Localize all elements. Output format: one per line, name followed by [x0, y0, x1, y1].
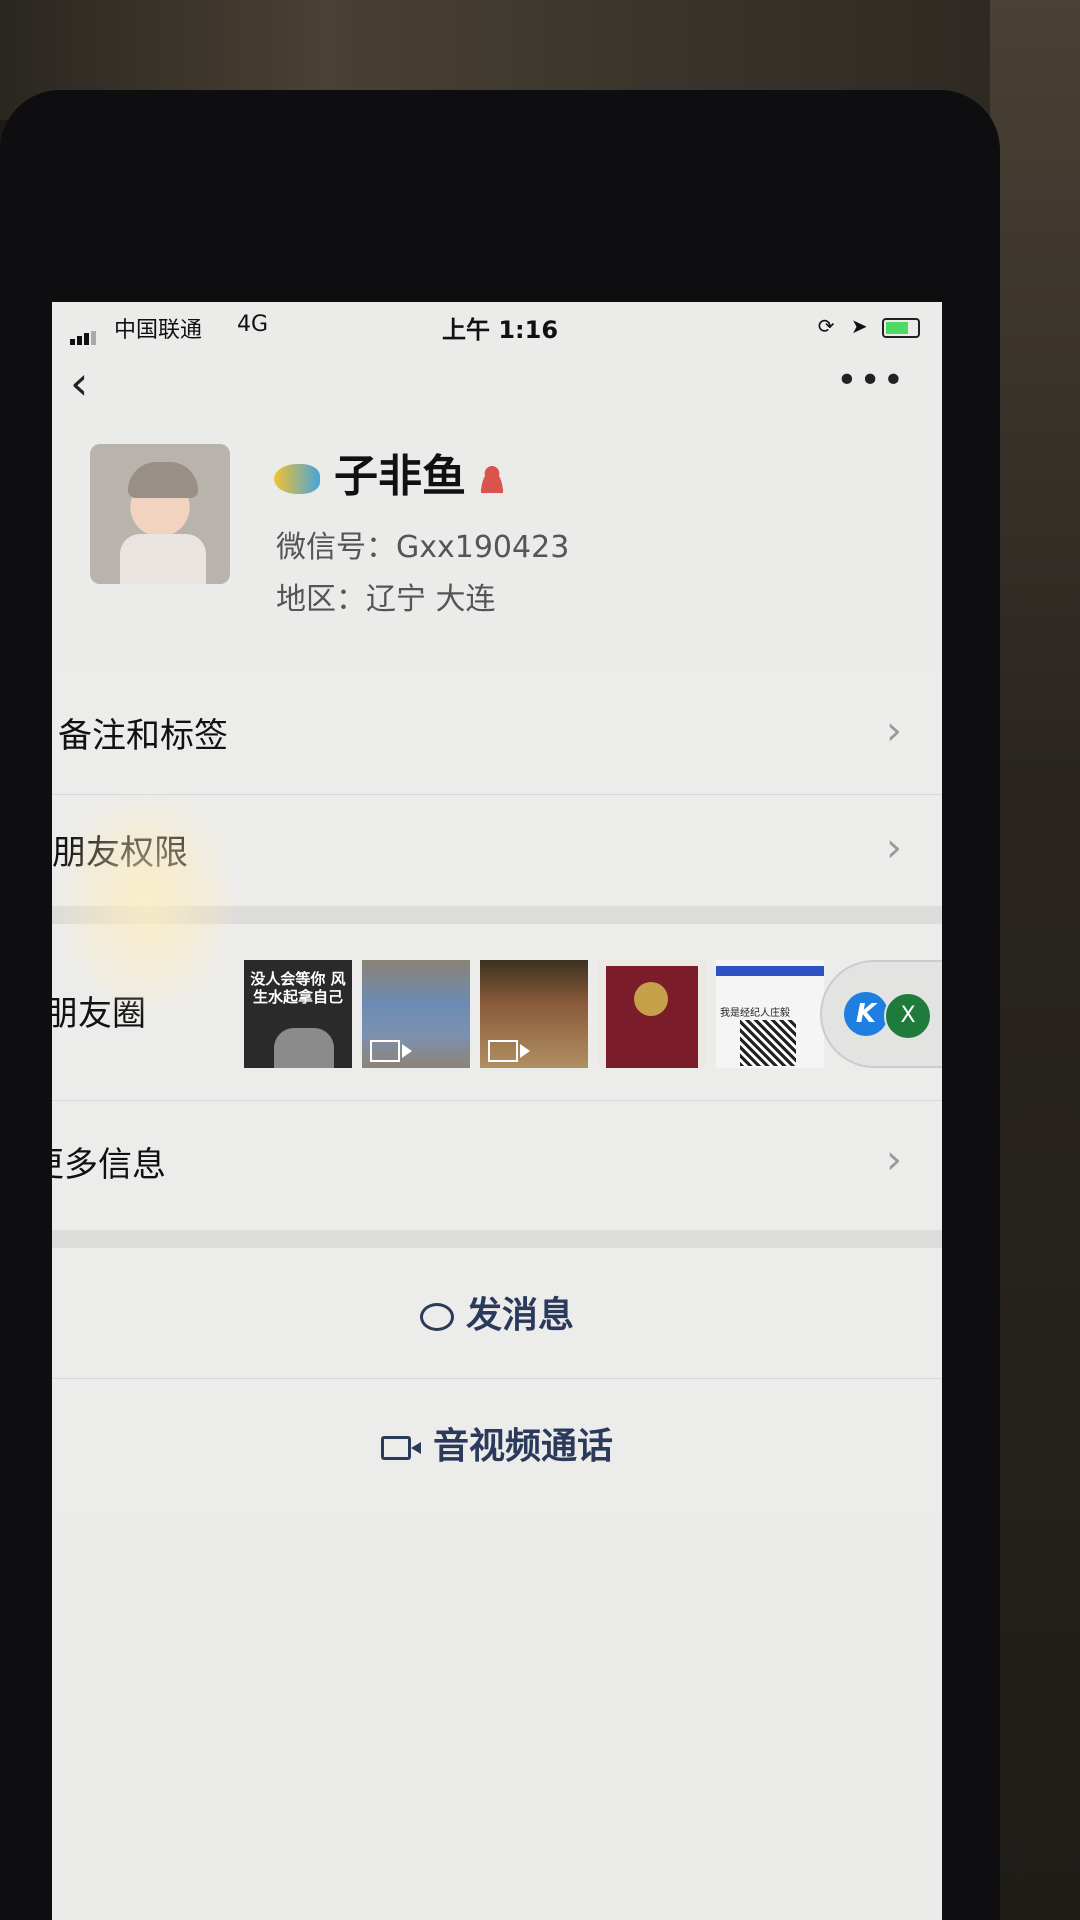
video-call-button[interactable]: 音视频通话	[52, 1378, 942, 1509]
network-label: 4G	[237, 312, 269, 337]
location-icon: ➤	[850, 314, 868, 338]
moment-thumb-4	[598, 960, 706, 1068]
floating-app-pill[interactable]: K X	[820, 960, 942, 1068]
x-app-icon[interactable]: X	[884, 992, 932, 1040]
friend-permissions-label: 朋友权限	[52, 833, 188, 873]
moment-thumb-3	[480, 960, 588, 1068]
send-message-label: 发消息	[465, 1295, 574, 1336]
moment-thumb-5: 我是经纪人庄毅	[716, 960, 824, 1068]
region: 地区：辽宁 大连	[276, 582, 496, 617]
emblem-icon	[634, 982, 668, 1016]
row-moments[interactable]: 朋友圈 没人会等你 风生水起拿自己 我是经纪人庄毅 K X	[52, 924, 942, 1100]
status-bar: 中国联通 4G 上午 1:16 ⟳ ➤	[52, 302, 942, 352]
k-app-icon[interactable]: K	[844, 992, 888, 1036]
rotation-lock-icon: ⟳	[817, 314, 835, 338]
profile-name-row: 子非鱼	[274, 440, 506, 504]
moment-thumb-1-text: 没人会等你 风生水起拿自己	[250, 970, 346, 1006]
video-icon	[370, 1040, 412, 1062]
wechat-id: 微信号：Gxx190423	[276, 530, 570, 565]
remark-tags-label: 备注和标签	[58, 716, 228, 756]
chevron-right-icon: ›	[886, 708, 902, 754]
clock: 上午 1:16	[442, 316, 559, 344]
battery-icon	[882, 317, 920, 338]
chevron-right-icon: ›	[886, 825, 902, 871]
row-remark-tags[interactable]: 备注和标签 ›	[52, 674, 942, 794]
screen: 中国联通 4G 上午 1:16 ⟳ ➤ ‹ ••• 子非鱼 微信号：Gxx190…	[52, 302, 942, 1920]
carrier-label: 中国联通	[114, 318, 203, 343]
profile-name: 子非鱼	[334, 451, 466, 502]
chat-bubble-icon	[419, 1303, 454, 1331]
more-button[interactable]: •••	[836, 360, 906, 401]
video-icon	[488, 1040, 530, 1062]
signal-icon	[70, 320, 98, 345]
video-call-label: 音视频通话	[432, 1426, 613, 1467]
background-right	[990, 0, 1080, 1920]
more-info-label: 更多信息	[52, 1145, 166, 1185]
nav-bar: ‹ •••	[52, 352, 942, 432]
status-icons: ⟳ ➤	[818, 314, 920, 338]
profile-header: 子非鱼 微信号：Gxx190423 地区：辽宁 大连	[52, 432, 942, 672]
moment-thumb-5-caption: 我是经纪人庄毅	[720, 1008, 790, 1019]
back-button[interactable]: ‹	[70, 360, 88, 406]
section-divider	[52, 906, 942, 924]
section-divider	[52, 1230, 942, 1248]
moments-label: 朋友圈	[52, 994, 146, 1034]
row-friend-permissions[interactable]: 朋友权限 ›	[52, 794, 942, 907]
gender-person-icon	[478, 465, 506, 493]
moment-thumb-2	[362, 960, 470, 1068]
fish-emoji-icon	[274, 464, 320, 494]
video-camera-icon	[380, 1436, 421, 1460]
send-message-button[interactable]: 发消息	[52, 1248, 942, 1378]
chevron-right-icon: ›	[886, 1137, 902, 1183]
qr-code-icon	[740, 1020, 796, 1066]
row-more-info[interactable]: 更多信息 ›	[52, 1100, 942, 1231]
moment-thumb-1: 没人会等你 风生水起拿自己	[244, 960, 352, 1068]
avatar[interactable]	[90, 444, 230, 584]
